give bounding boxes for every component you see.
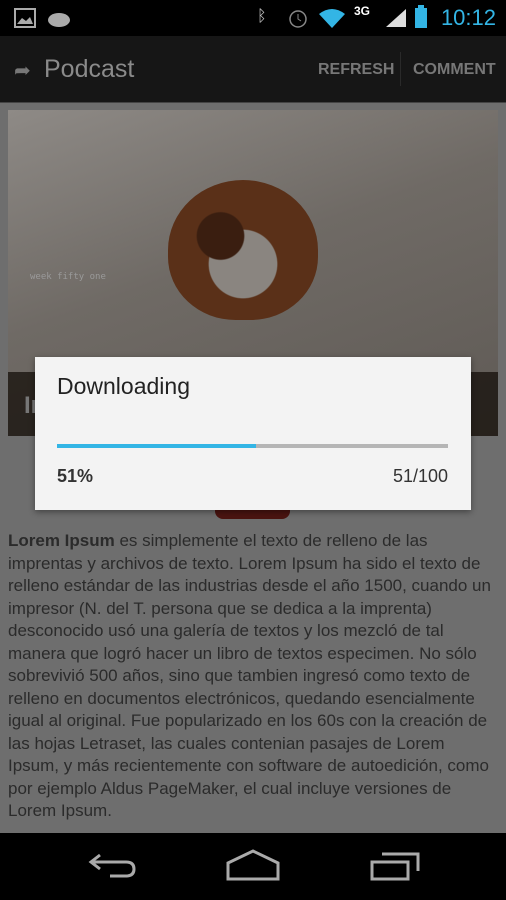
progress-count: 51/100 [392,466,448,486]
dog-photo [168,180,318,320]
article-text: Lorem Ipsum es simplemente el texto de r… [8,530,500,823]
image-icon [14,8,36,28]
home-icon[interactable] [226,849,280,883]
action-bar: ➦ Podcast REFRESH COMMENT [0,36,506,103]
back-icon[interactable] [88,849,138,883]
status-bar: ᛒ 3G 10:12 [0,0,506,36]
progress-fill [57,444,257,448]
comment-button[interactable]: COMMENT [413,61,496,79]
page-title[interactable]: Podcast [44,55,134,84]
bluetooth-icon: ᛒ [257,8,267,25]
download-dialog: Downloading 51% 51/100 [35,357,471,510]
progress-percent: 51% [57,466,94,486]
article-body: es simplemente el texto de relleno de la… [8,531,491,820]
divider [400,52,401,86]
dialog-title: Downloading [57,373,190,399]
wifi-icon [319,9,345,28]
article-lead: Lorem Ipsum [8,531,115,550]
battery-charging-icon [415,5,427,28]
back-arrow-icon[interactable]: ➦ [14,58,31,83]
watermark: week fifty one [30,272,106,282]
progress-bar [57,444,448,448]
clock: 10:12 [440,5,496,30]
android-icon [48,13,70,27]
signal-icon [386,9,406,27]
navigation-bar [0,833,506,900]
alarm-icon [289,10,307,28]
refresh-button[interactable]: REFRESH [318,61,394,79]
3g-icon: 3G [354,4,371,18]
recent-apps-icon[interactable] [370,849,422,883]
